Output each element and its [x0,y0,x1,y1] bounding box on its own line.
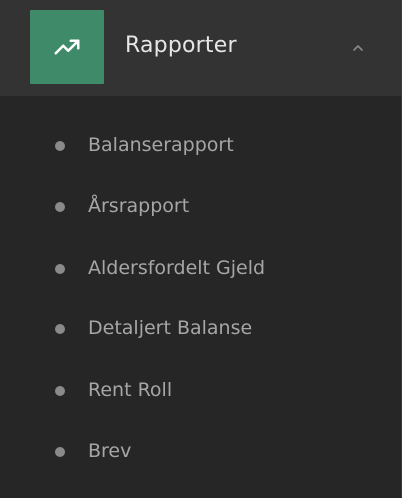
sidebar: Rapporter Balanserapport Årsrapport Alde… [0,0,402,498]
reports-menu-title: Rapporter [125,33,237,58]
submenu-item-arsrapport[interactable]: Årsrapport [0,182,401,230]
submenu-item-balanserapport[interactable]: Balanserapport [0,121,401,169]
submenu-item-label: Detaljert Balanse [88,317,253,339]
trending-up-icon [30,10,104,84]
bullet-icon [55,141,65,151]
submenu-item-detaljert-balanse[interactable]: Detaljert Balanse [0,304,401,352]
submenu-item-label: Brev [88,440,132,462]
submenu-item-label: Aldersfordelt Gjeld [88,257,266,279]
submenu-item-label: Årsrapport [88,195,190,217]
bullet-icon [55,447,65,457]
submenu-item-brev[interactable]: Brev [0,427,401,475]
bullet-icon [55,324,65,334]
submenu-item-label: Balanserapport [88,134,234,156]
bullet-icon [55,202,65,212]
submenu-item-aldersfordelt-gjeld[interactable]: Aldersfordelt Gjeld [0,244,401,292]
chevron-up-icon[interactable] [348,38,368,58]
submenu-item-label: Rent Roll [88,379,173,401]
reports-menu-header[interactable]: Rapporter [0,0,401,96]
submenu-item-rent-roll[interactable]: Rent Roll [0,366,401,414]
bullet-icon [55,264,65,274]
bullet-icon [55,386,65,396]
